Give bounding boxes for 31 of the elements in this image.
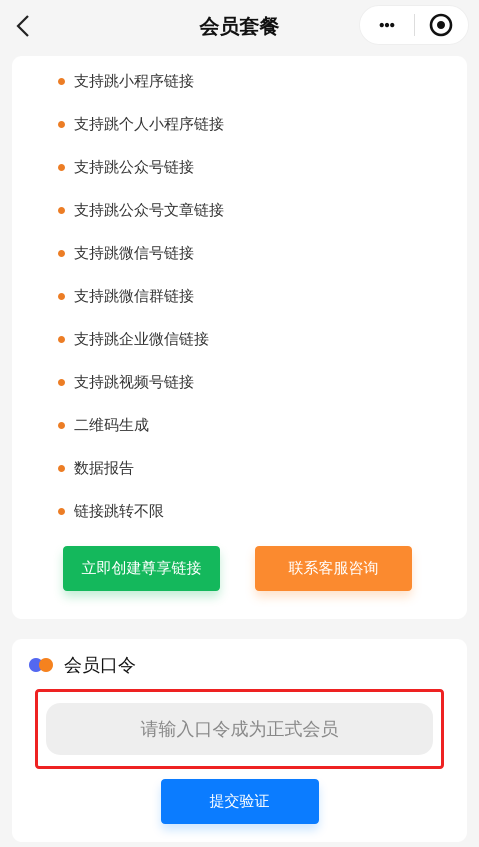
feature-text: 支持跳公众号文章链接 — [74, 201, 224, 220]
feature-text: 支持跳小程序链接 — [74, 72, 194, 91]
code-input-field[interactable]: 请输入口令成为正式会员 — [46, 703, 433, 755]
bullet-icon — [58, 508, 65, 515]
feature-text: 支持跳公众号链接 — [74, 158, 194, 177]
bullet-icon — [58, 422, 65, 429]
feature-text: 支持跳个人小程序链接 — [74, 115, 224, 134]
create-link-button[interactable]: 立即创建尊享链接 — [63, 546, 220, 591]
circles-icon — [28, 657, 56, 673]
bullet-icon — [58, 250, 65, 257]
bullet-icon — [58, 293, 65, 300]
back-icon[interactable] — [16, 14, 30, 38]
feature-text: 支持跳微信群链接 — [74, 287, 194, 306]
contact-button[interactable]: 联系客服咨询 — [255, 546, 412, 591]
feature-text: 数据报告 — [74, 459, 134, 478]
more-button[interactable]: ••• — [360, 16, 414, 34]
feature-text: 支持跳企业微信链接 — [74, 330, 209, 349]
feature-text: 二维码生成 — [74, 416, 149, 435]
bullet-icon — [58, 164, 65, 171]
page-title: 会员套餐 — [200, 12, 280, 40]
bullet-icon — [58, 465, 65, 472]
feature-text: 支持跳视频号链接 — [74, 373, 194, 392]
feature-text: 支持跳微信号链接 — [74, 244, 194, 263]
bullet-icon — [58, 379, 65, 386]
bullet-icon — [58, 336, 65, 343]
bullet-icon — [58, 78, 65, 85]
bullet-icon — [58, 121, 65, 128]
submit-button[interactable]: 提交验证 — [160, 779, 318, 824]
feature-text: 链接跳转不限 — [74, 502, 164, 521]
bullet-icon — [58, 207, 65, 214]
section-title: 会员口令 — [64, 654, 136, 677]
